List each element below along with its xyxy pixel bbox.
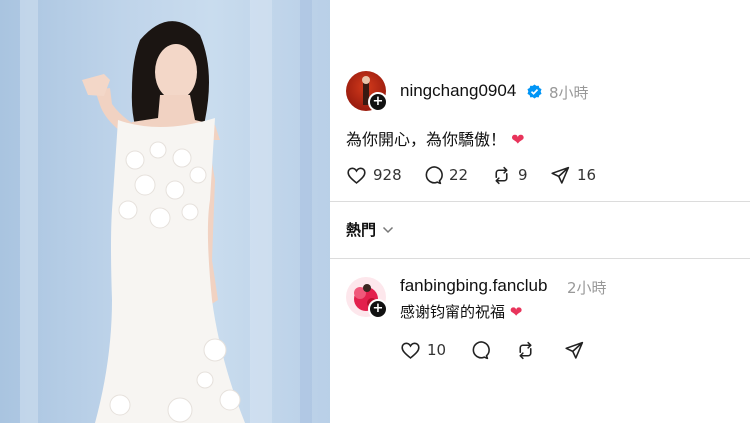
like-count: 10 bbox=[427, 341, 447, 359]
comment-icon bbox=[425, 165, 443, 184]
photo-illustration bbox=[20, 0, 312, 423]
threads-panel: + ningchang0904 8小時 為你開心，為你驕傲！ ❤ 928 22 bbox=[330, 0, 750, 423]
comment-button[interactable] bbox=[469, 339, 496, 361]
heart-emoji: ❤ bbox=[509, 303, 523, 321]
share-button[interactable] bbox=[564, 339, 591, 361]
sort-label: 熱門 bbox=[346, 221, 377, 239]
reply-actions: 10 bbox=[400, 339, 640, 361]
sort-dropdown[interactable]: 熱門 bbox=[346, 219, 394, 240]
heart-icon bbox=[347, 167, 366, 184]
divider bbox=[330, 258, 750, 259]
plus-icon[interactable]: + bbox=[368, 299, 388, 319]
share-icon bbox=[565, 341, 584, 359]
comment-count: 22 bbox=[449, 166, 469, 184]
repost-count: 9 bbox=[518, 166, 528, 184]
like-count: 928 bbox=[373, 166, 402, 184]
divider bbox=[330, 201, 750, 202]
post-text: 為你開心，為你驕傲！ ❤ bbox=[346, 126, 525, 150]
post-text-content: 為你開心，為你驕傲！ bbox=[346, 130, 507, 149]
post-username[interactable]: ningchang0904 bbox=[400, 81, 516, 101]
post-time: 8小時 bbox=[549, 84, 589, 102]
share-button[interactable]: 16 bbox=[550, 164, 596, 186]
chevron-down-icon bbox=[382, 226, 394, 233]
reply-username[interactable]: fanbingbing.fanclub bbox=[400, 276, 547, 296]
share-count: 16 bbox=[577, 166, 597, 184]
repost-icon bbox=[495, 166, 508, 184]
repost-button[interactable]: 9 bbox=[491, 164, 528, 186]
plus-icon[interactable]: + bbox=[368, 92, 388, 112]
heart-emoji: ❤ bbox=[511, 130, 525, 149]
reply-text-content: 感谢钧甯的祝福 bbox=[400, 303, 506, 321]
reply-time: 2小時 bbox=[567, 279, 607, 297]
like-button[interactable]: 928 bbox=[346, 164, 402, 186]
post-actions: 928 22 9 16 bbox=[346, 164, 646, 186]
post-photo bbox=[0, 0, 352, 423]
reply-text: 感谢钧甯的祝福 ❤ bbox=[400, 301, 522, 322]
heart-icon bbox=[401, 342, 420, 359]
repost-button[interactable] bbox=[515, 339, 542, 361]
comment-icon bbox=[472, 340, 490, 359]
share-icon bbox=[551, 166, 570, 184]
repost-icon bbox=[519, 341, 532, 359]
verified-badge-icon bbox=[527, 84, 542, 99]
comment-button[interactable]: 22 bbox=[422, 164, 468, 186]
like-button[interactable]: 10 bbox=[400, 339, 446, 361]
